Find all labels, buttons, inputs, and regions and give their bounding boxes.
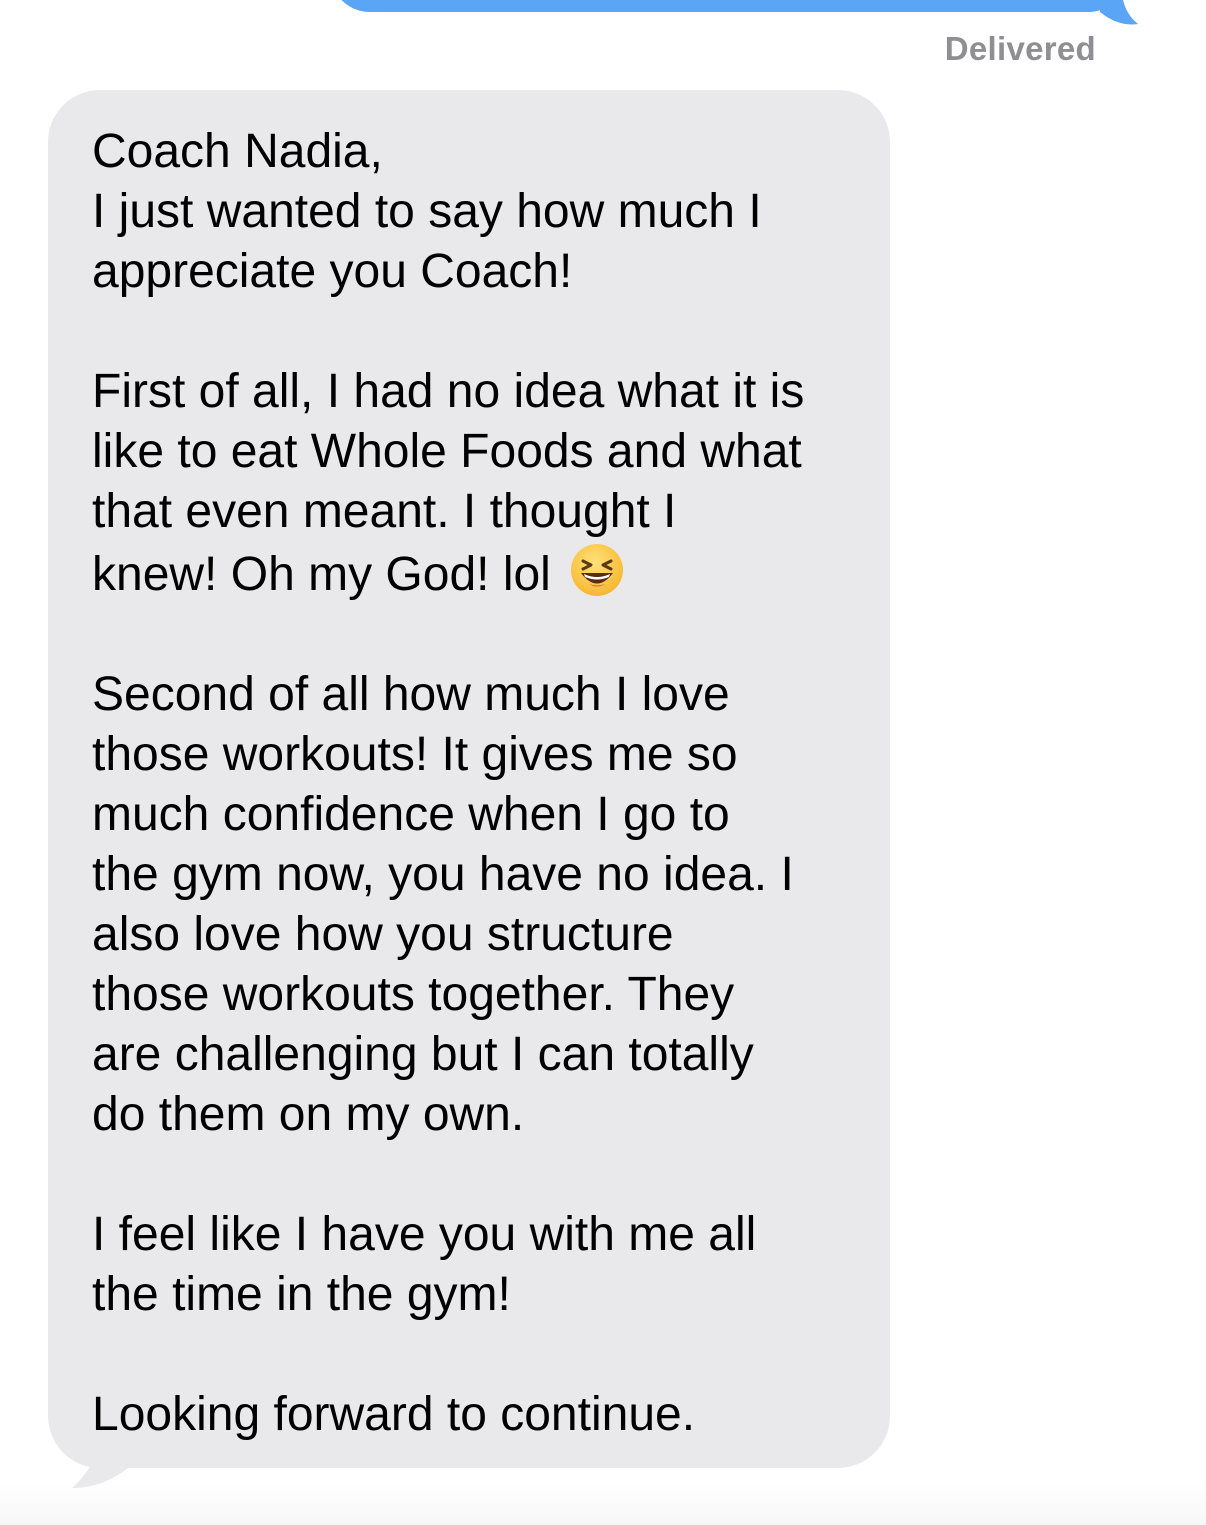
message-paragraph-closing: Looking forward to continue. xyxy=(92,1388,696,1441)
received-message-bubble[interactable]: Coach Nadia, I just wanted to say how mu… xyxy=(48,90,890,1468)
sent-message-bubble[interactable] xyxy=(330,0,1128,12)
bottom-fade xyxy=(0,1480,1206,1525)
sent-bubble-tail xyxy=(1100,0,1138,25)
message-paragraph-greeting: Coach Nadia, I just wanted to say how mu… xyxy=(92,125,762,298)
delivered-status: Delivered xyxy=(944,30,1096,67)
message-paragraph-workouts: Second of all how much I love those work… xyxy=(92,668,794,1141)
message-paragraph-gym: I feel like I have you with me all the t… xyxy=(92,1208,757,1321)
message-paragraph-whole-foods: First of all, I had no idea what it is l… xyxy=(92,362,860,605)
laughing-face-icon xyxy=(570,544,623,596)
message-paragraph-whole-foods-text: First of all, I had no idea what it is l… xyxy=(92,365,805,601)
